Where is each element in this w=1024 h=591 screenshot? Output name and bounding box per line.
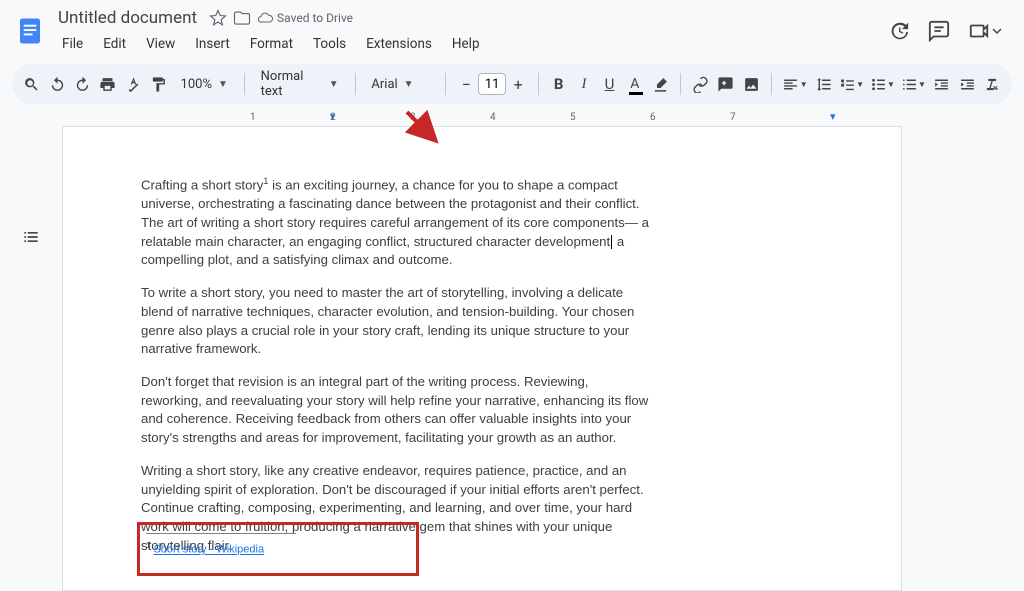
paragraph[interactable]: Don't forget that revision is an integra… [141, 373, 651, 448]
video-icon [968, 20, 990, 42]
arrow-annotation [403, 108, 443, 152]
footnote-entry[interactable]: 1Short story - Wikipedia [146, 540, 296, 558]
underline-button[interactable]: U [600, 71, 619, 97]
line-spacing-button[interactable] [814, 71, 833, 97]
text-cursor [611, 235, 612, 249]
ruler-mark: 4 [490, 112, 496, 123]
docs-logo[interactable] [12, 13, 48, 49]
menu-tools[interactable]: Tools [305, 32, 354, 56]
paragraph[interactable]: Crafting a short story1 is an exciting j… [141, 175, 651, 270]
paint-format-button[interactable] [149, 71, 168, 97]
move-icon[interactable] [233, 9, 251, 27]
spellcheck-button[interactable] [124, 71, 143, 97]
menu-format[interactable]: Format [242, 32, 301, 56]
chevron-down-icon [992, 26, 1002, 36]
show-outline-button[interactable] [16, 222, 46, 252]
zoom-select[interactable]: 100%▼ [175, 77, 234, 92]
increase-font-button[interactable]: + [508, 71, 528, 97]
horizontal-ruler[interactable]: ▾ 1 2 3 4 5 6 7 ▾ [60, 110, 1024, 126]
meet-button[interactable] [968, 20, 1002, 42]
menu-view[interactable]: View [138, 32, 183, 56]
right-indent-marker[interactable]: ▾ [830, 110, 836, 123]
ruler-mark: 1 [250, 112, 256, 123]
insert-link-button[interactable] [691, 71, 710, 97]
font-select[interactable]: Arial▼ [365, 77, 435, 92]
footnote-highlight-annotation: 1Short story - Wikipedia [137, 522, 419, 575]
menu-edit[interactable]: Edit [95, 32, 134, 56]
menu-insert[interactable]: Insert [187, 32, 238, 56]
text: Crafting a short story [141, 177, 263, 192]
ruler-mark: 7 [730, 112, 736, 123]
add-comment-button[interactable] [716, 71, 735, 97]
text-color-button[interactable]: A [625, 71, 644, 97]
menu-bar: File Edit View Insert Format Tools Exten… [54, 32, 488, 56]
paragraph-style-select[interactable]: Normal text▼ [255, 69, 345, 99]
menu-help[interactable]: Help [444, 32, 488, 56]
print-button[interactable] [98, 71, 117, 97]
clear-formatting-button[interactable] [983, 71, 1002, 97]
ruler-mark: 2 [330, 112, 336, 123]
italic-button[interactable]: I [574, 71, 593, 97]
paragraph[interactable]: To write a short story, you need to mast… [141, 284, 651, 359]
font-size-input[interactable]: 11 [478, 73, 506, 95]
document-page[interactable]: Crafting a short story1 is an exciting j… [62, 126, 902, 591]
footnote-link[interactable]: Short story - Wikipedia [153, 544, 264, 556]
increase-indent-button[interactable] [957, 71, 976, 97]
cloud-icon [257, 10, 273, 26]
save-status[interactable]: Saved to Drive [257, 10, 353, 26]
checklist-button[interactable]: ▼ [839, 71, 864, 97]
document-title[interactable]: Untitled document [54, 6, 201, 30]
search-menus-button[interactable] [22, 71, 41, 97]
numbered-list-button[interactable]: ▼ [901, 71, 926, 97]
menu-file[interactable]: File [54, 32, 91, 56]
star-icon[interactable] [209, 9, 227, 27]
highlight-button[interactable] [651, 71, 670, 97]
menu-extensions[interactable]: Extensions [358, 32, 440, 56]
comment-icon[interactable] [928, 20, 950, 42]
decrease-indent-button[interactable] [932, 71, 951, 97]
footnote-separator [146, 533, 296, 534]
bulleted-list-button[interactable]: ▼ [870, 71, 895, 97]
ruler-mark: 6 [650, 112, 656, 123]
toolbar: 100%▼ Normal text▼ Arial▼ − 11 + B I U A… [12, 64, 1012, 104]
decrease-font-button[interactable]: − [456, 71, 476, 97]
title-bar: Untitled document Saved to Drive File Ed… [0, 0, 1024, 56]
history-icon[interactable] [888, 20, 910, 42]
bold-button[interactable]: B [549, 71, 568, 97]
footnote-number: 1 [146, 541, 150, 550]
insert-image-button[interactable] [742, 71, 761, 97]
redo-button[interactable] [73, 71, 92, 97]
undo-button[interactable] [47, 71, 66, 97]
save-status-text: Saved to Drive [277, 11, 353, 25]
align-button[interactable]: ▼ [782, 71, 808, 97]
ruler-mark: 5 [570, 112, 576, 123]
